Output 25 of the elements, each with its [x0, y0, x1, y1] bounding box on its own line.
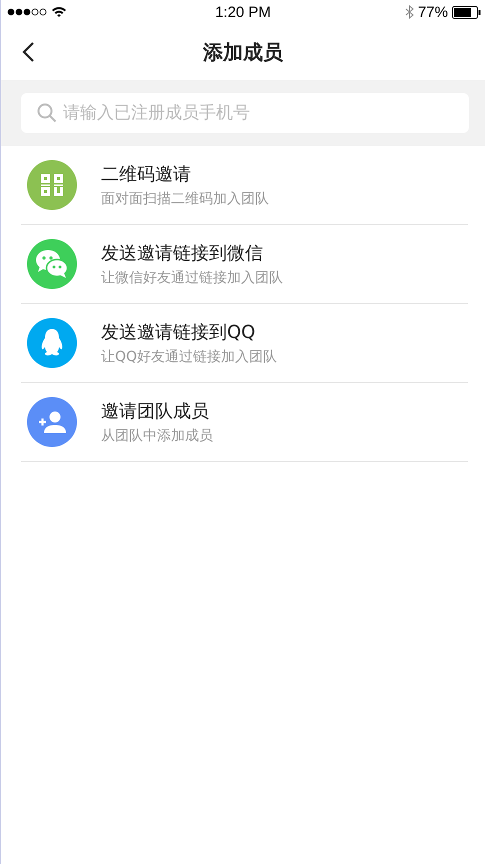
back-icon[interactable] [21, 41, 35, 63]
penguin-icon [40, 328, 64, 358]
add-person-icon [37, 411, 67, 433]
option-description: 面对面扫描二维码加入团队 [101, 190, 269, 208]
invite-option[interactable]: 二维码邀请 面对面扫描二维码加入团队 [21, 146, 468, 225]
page-title: 添加成员 [203, 38, 283, 66]
option-description: 让QQ好友通过链接加入团队 [101, 348, 278, 366]
option-title: 二维码邀请 [101, 163, 192, 186]
bluetooth-icon [404, 5, 414, 19]
invite-option[interactable]: 发送邀请链接到微信 让微信好友通过链接加入团队 [21, 225, 468, 304]
invite-option[interactable]: 发送邀请链接到QQ 让QQ好友通过链接加入团队 [21, 304, 468, 383]
option-title: 发送邀请链接到微信 [101, 242, 264, 265]
option-description: 让微信好友通过链接加入团队 [101, 269, 283, 287]
qr-code-icon [40, 173, 64, 197]
wifi-icon [51, 6, 67, 18]
battery-icon [452, 6, 481, 18]
invite-option[interactable]: 邀请团队成员 从团队中添加成员 [21, 383, 468, 462]
chat-bubbles-icon [35, 249, 69, 279]
option-description: 从团队中添加成员 [101, 427, 213, 445]
signal-icon [7, 8, 47, 16]
option-title: 邀请团队成员 [101, 400, 210, 423]
status-time: 1:20 PM [215, 4, 271, 20]
battery-percent: 77% [418, 4, 448, 20]
option-title: 发送邀请链接到QQ [101, 321, 256, 344]
search-field[interactable]: 请输入已注册成员手机号 [21, 93, 469, 133]
